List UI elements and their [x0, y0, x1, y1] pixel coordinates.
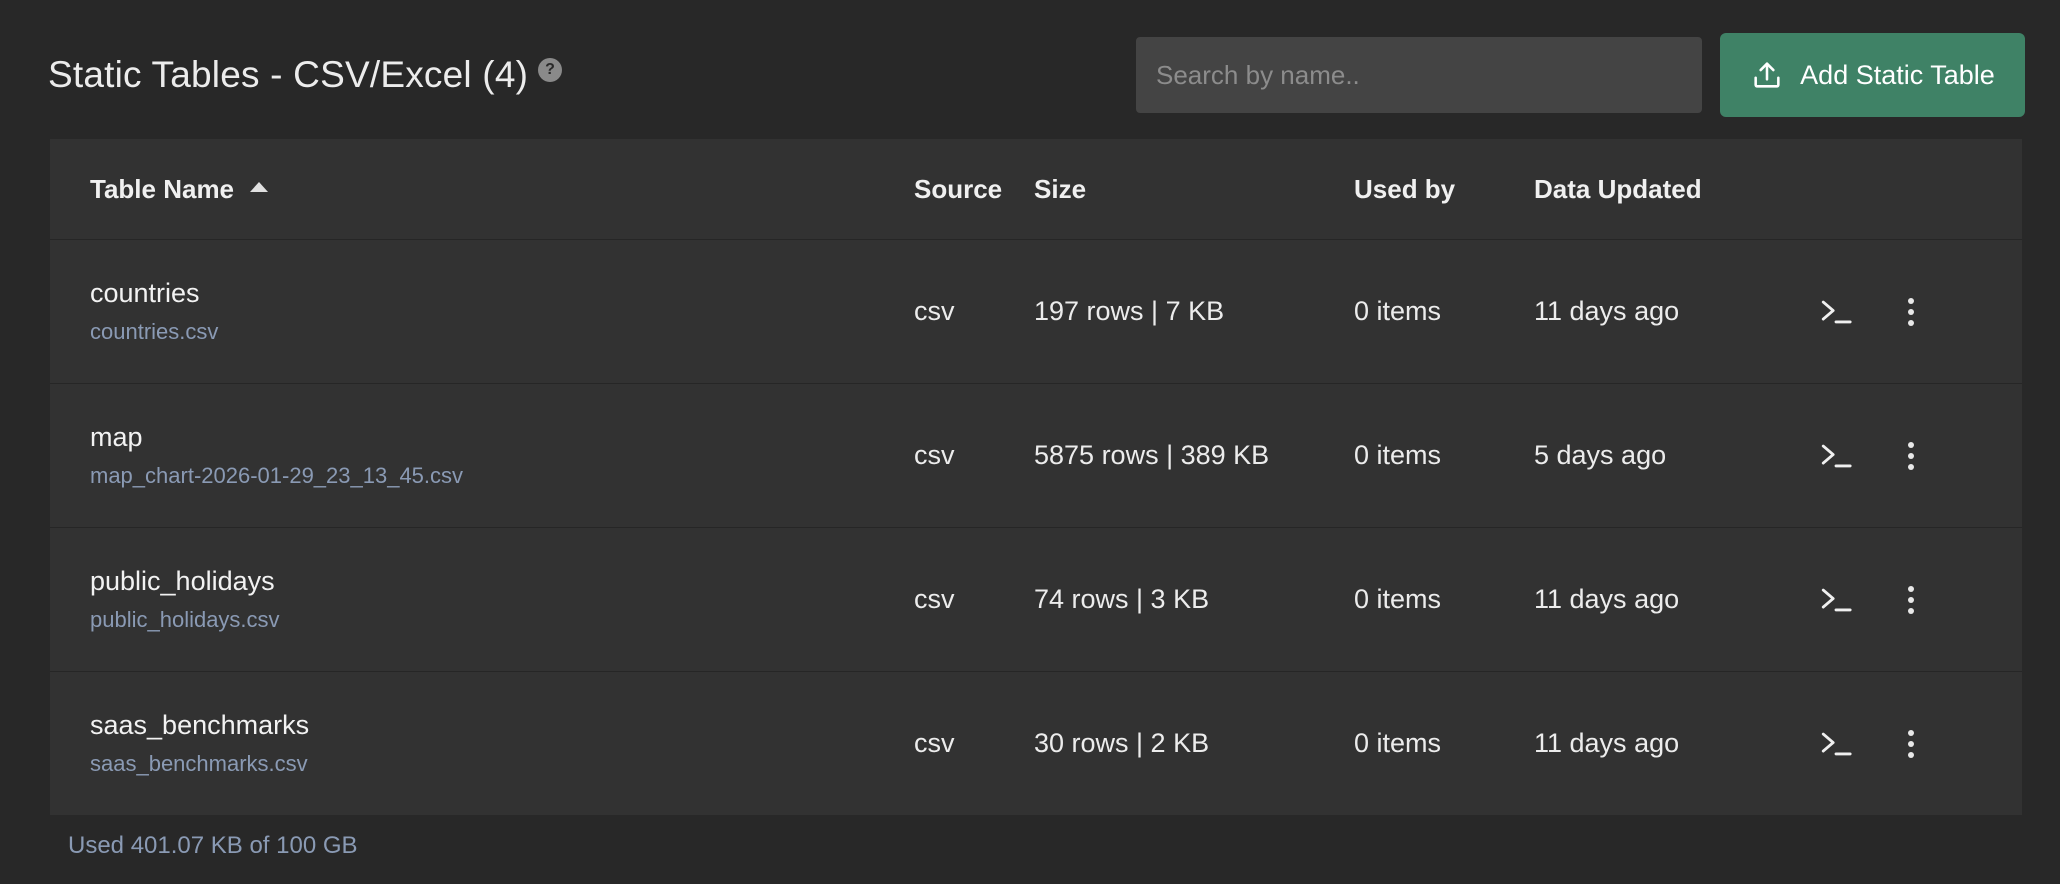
source-cell: csv [914, 728, 955, 758]
table-file-name: countries.csv [90, 319, 219, 344]
terminal-icon[interactable] [1819, 583, 1853, 617]
table-name-cell: map map_chart-2026-01-29_23_13_45.csv [50, 422, 914, 489]
static-tables-page: Static Tables - CSV/Excel (4) ? Add Stat… [0, 0, 2060, 884]
data-updated-cell: 5 days ago [1534, 440, 1667, 470]
table-row[interactable]: saas_benchmarks saas_benchmarks.csv csv … [50, 672, 2022, 815]
page-header: Static Tables - CSV/Excel (4) ? Add Stat… [48, 33, 2025, 117]
source-cell: csv [914, 584, 955, 614]
used-by-cell: 0 items [1354, 728, 1442, 758]
table-name-cell: saas_benchmarks saas_benchmarks.csv [50, 710, 914, 777]
sort-ascending-icon [250, 181, 269, 192]
size-cell: 74 rows | 3 KB [1034, 584, 1210, 614]
table-row[interactable]: countries countries.csv csv 197 rows | 7… [50, 240, 2022, 384]
more-vertical-icon[interactable] [1901, 579, 1921, 620]
table-file-name: saas_benchmarks.csv [90, 751, 308, 776]
more-vertical-icon[interactable] [1901, 723, 1921, 764]
column-header-label: Table Name [90, 173, 235, 204]
source-cell: csv [914, 440, 955, 470]
add-static-table-button[interactable]: Add Static Table [1720, 33, 2025, 117]
table-header-row: Table Name Source Size Used by Data Upda… [50, 139, 2022, 240]
row-actions [1819, 723, 2022, 764]
page-title: Static Tables - CSV/Excel (4) ? [48, 54, 563, 96]
question-icon[interactable]: ? [538, 58, 563, 82]
data-updated-cell: 11 days ago [1534, 584, 1680, 614]
table-name[interactable]: public_holidays [90, 566, 914, 597]
table-name-cell: countries countries.csv [50, 278, 914, 345]
row-actions [1819, 291, 2022, 332]
storage-usage-text: Used 401.07 KB of 100 GB [68, 832, 358, 859]
used-by-cell: 0 items [1354, 584, 1442, 614]
table-row[interactable]: public_holidays public_holidays.csv csv … [50, 528, 2022, 672]
table-name[interactable]: saas_benchmarks [90, 710, 914, 741]
source-cell: csv [914, 296, 955, 326]
table-row[interactable]: map map_chart-2026-01-29_23_13_45.csv cs… [50, 384, 2022, 528]
static-tables-table: Table Name Source Size Used by Data Upda… [50, 139, 2022, 815]
size-cell: 30 rows | 2 KB [1034, 728, 1210, 758]
column-header-size[interactable]: Size [1034, 174, 1354, 205]
terminal-icon[interactable] [1819, 295, 1853, 329]
column-header-used-by[interactable]: Used by [1354, 174, 1534, 205]
upload-icon [1754, 62, 1780, 88]
size-cell: 197 rows | 7 KB [1034, 296, 1225, 326]
used-by-cell: 0 items [1354, 440, 1442, 470]
table-name[interactable]: countries [90, 278, 914, 309]
more-vertical-icon[interactable] [1901, 291, 1921, 332]
search-input[interactable] [1136, 37, 1702, 113]
row-actions [1819, 435, 2022, 476]
column-header-source[interactable]: Source [914, 174, 1034, 205]
table-name[interactable]: map [90, 422, 914, 453]
column-header-data-updated[interactable]: Data Updated [1534, 174, 1819, 205]
used-by-cell: 0 items [1354, 296, 1442, 326]
row-actions [1819, 579, 2022, 620]
column-header-table-name[interactable]: Table Name [50, 174, 914, 205]
size-cell: 5875 rows | 389 KB [1034, 440, 1270, 470]
table-file-name: map_chart-2026-01-29_23_13_45.csv [90, 463, 464, 488]
terminal-icon[interactable] [1819, 439, 1853, 473]
table-file-name: public_holidays.csv [90, 607, 280, 632]
data-updated-cell: 11 days ago [1534, 728, 1680, 758]
data-updated-cell: 11 days ago [1534, 296, 1680, 326]
more-vertical-icon[interactable] [1901, 435, 1921, 476]
add-static-table-label: Add Static Table [1800, 59, 1995, 90]
table-name-cell: public_holidays public_holidays.csv [50, 566, 914, 633]
terminal-icon[interactable] [1819, 727, 1853, 761]
page-title-text: Static Tables - CSV/Excel (4) [48, 54, 529, 95]
